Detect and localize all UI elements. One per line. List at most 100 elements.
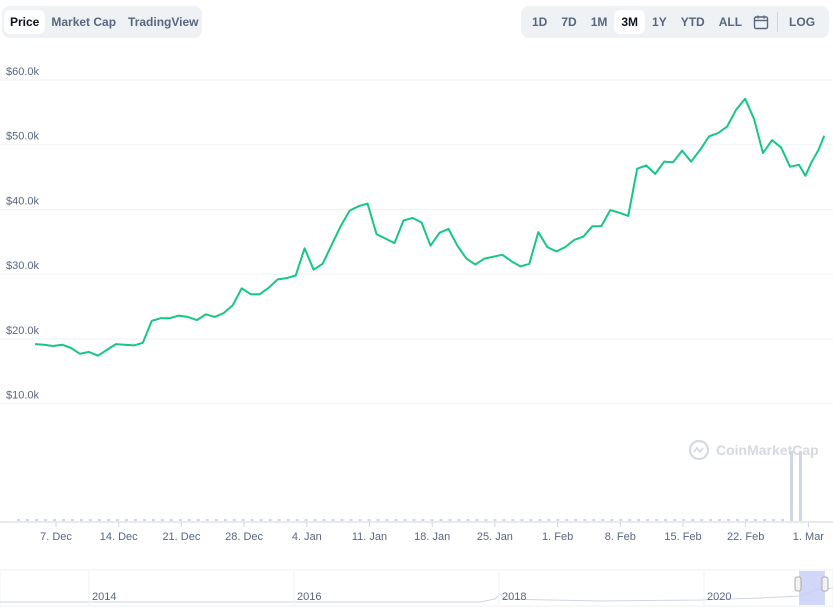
volume-bar [682, 519, 686, 521]
navigator-label: 2016 [297, 591, 321, 603]
volume-bar [241, 519, 245, 521]
volume-bar [277, 519, 281, 521]
x-tick-label: 1. Mar [793, 531, 825, 543]
volume-bar [187, 519, 191, 521]
volume-bar [798, 451, 802, 521]
volume-bar [403, 519, 407, 521]
navigator-handle-left[interactable] [794, 576, 802, 592]
price-line [34, 97, 826, 357]
volume-bar [655, 519, 659, 521]
x-tick-label: 1. Feb [542, 531, 573, 543]
price-chart: $10.0k $20.0k $30.0k $40.0k $50.0k $60.0k Coi… [0, 66, 833, 607]
volume-bar [232, 519, 236, 521]
x-tick-label: 15. Feb [664, 531, 701, 543]
coinmarketcap-logo-mark [693, 446, 704, 454]
volume-bar [556, 519, 560, 521]
volume-bar [664, 519, 668, 521]
volume-bar [745, 519, 749, 521]
volume-bar [700, 519, 704, 521]
volume-bar [709, 519, 713, 521]
volume-bar [61, 519, 65, 521]
volume-bar [673, 519, 677, 521]
volume-bar [529, 519, 533, 521]
volume-bar [196, 519, 200, 521]
volume-bar [250, 519, 254, 521]
volume-bar [322, 519, 326, 521]
volume-bar [151, 519, 155, 521]
volume-bar [313, 519, 317, 521]
volume-bar [637, 519, 641, 521]
y-tick-label: $20.0k [6, 325, 40, 337]
volume-bar [619, 519, 623, 521]
x-tick-label: 18. Jan [414, 531, 450, 543]
y-tick-label: $40.0k [6, 195, 40, 207]
volume-bar [133, 519, 137, 521]
volume-bar [565, 519, 569, 521]
volume-bar [43, 519, 47, 521]
x-axis: 7. Dec 14. Dec 21. Dec 28. Dec 4. Jan 11. Jan… [40, 522, 824, 543]
volume-bar [493, 519, 497, 521]
volume-bar [430, 519, 434, 521]
volume-bar [205, 519, 209, 521]
volume-bar [394, 519, 398, 521]
navigator[interactable]: 2014 2016 2018 2020 [0, 569, 833, 607]
volume-bar [574, 519, 578, 521]
volume-bar [790, 451, 793, 521]
volume-bar [35, 519, 38, 521]
volume-bar [610, 519, 614, 521]
volume-bar [601, 519, 605, 521]
volume-bar [520, 519, 524, 521]
y-tick-label: $30.0k [6, 260, 40, 272]
volume-bar [115, 519, 119, 521]
volume-bar [160, 519, 164, 521]
navigator-label: 2018 [502, 591, 526, 603]
volume-bar [304, 519, 308, 521]
volume-bar [79, 519, 83, 521]
volume-bar [70, 519, 74, 521]
volume-bar [385, 519, 389, 521]
volume-bar [736, 519, 740, 521]
volume-bar [484, 519, 488, 521]
volume-bar [718, 519, 722, 521]
volume-bars [17, 451, 802, 521]
volume-bar [286, 519, 290, 521]
x-tick-label: 11. Jan [352, 531, 387, 543]
volume-bar [88, 519, 92, 521]
volume-bar [26, 519, 30, 521]
x-tick-label: 4. Jan [292, 531, 322, 543]
volume-bar [340, 519, 344, 521]
x-tick-label: 7. Dec [40, 531, 72, 543]
x-tick-label: 14. Dec [100, 531, 138, 543]
volume-bar [52, 519, 56, 521]
volume-bar [97, 519, 101, 521]
volume-bar [367, 519, 371, 521]
volume-bar [754, 519, 758, 521]
navigator-handle-right[interactable] [821, 576, 829, 592]
navigator-selection[interactable] [799, 571, 825, 605]
x-tick-label: 25. Jan [477, 531, 513, 543]
navigator-label: 2020 [707, 591, 731, 603]
volume-bar [421, 519, 425, 521]
volume-bar [439, 519, 443, 521]
volume-bar [259, 519, 263, 521]
volume-bar [295, 519, 299, 521]
watermark-text: CoinMarketCap [716, 442, 819, 458]
volume-bar [646, 519, 650, 521]
volume-bar [223, 519, 227, 521]
x-tick-label: 8. Feb [605, 531, 636, 543]
volume-bar [457, 519, 461, 521]
navigator-label: 2014 [92, 591, 116, 603]
volume-bar [772, 519, 776, 521]
y-tick-label: $10.0k [6, 390, 40, 402]
volume-bar [124, 519, 128, 521]
volume-bar [214, 519, 218, 521]
volume-bar [628, 519, 632, 521]
volume-bar [17, 519, 21, 521]
volume-bar [475, 519, 479, 521]
volume-bar [583, 519, 587, 521]
volume-bar [412, 519, 416, 521]
x-tick-label: 22. Feb [727, 531, 764, 543]
volume-bar [349, 519, 353, 521]
y-tick-label: $50.0k [6, 131, 40, 143]
volume-bar [376, 519, 380, 521]
